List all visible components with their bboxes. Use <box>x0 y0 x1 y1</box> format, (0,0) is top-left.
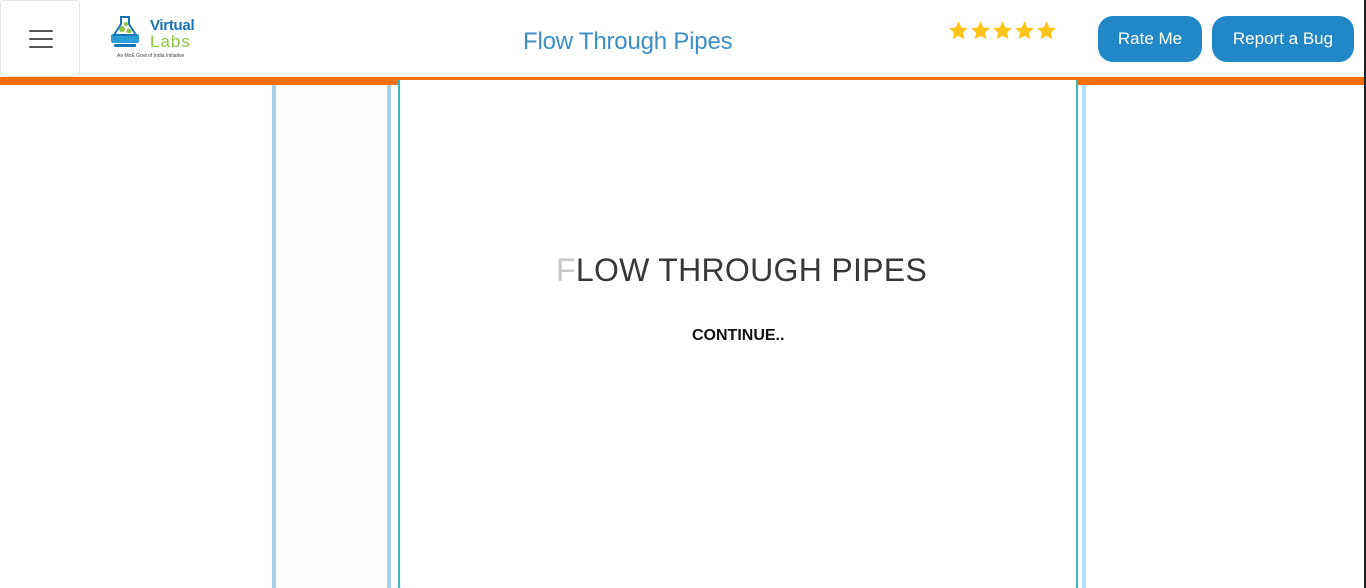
header: Virtual Labs An MoE Govt of India Initia… <box>0 0 1366 77</box>
logo-tagline: An MoE Govt of India Initiative <box>117 53 185 59</box>
rate-me-button[interactable]: Rate Me <box>1098 16 1202 62</box>
menu-button[interactable] <box>0 0 80 77</box>
menu-icon-bar <box>29 38 53 40</box>
star-icon[interactable] <box>992 20 1013 41</box>
star-icon[interactable] <box>1014 20 1035 41</box>
menu-icon-bar <box>29 46 53 48</box>
virtual-labs-logo[interactable]: Virtual Labs An MoE Govt of India Initia… <box>110 12 202 62</box>
simulation-heading: FLOW THROUGH PIPES <box>556 252 927 289</box>
continue-link[interactable]: CONTINUE.. <box>692 327 784 345</box>
heading-first-letter: F <box>556 252 576 288</box>
page-title: Flow Through Pipes <box>523 28 733 55</box>
star-icon[interactable] <box>970 20 991 41</box>
rating-stars[interactable] <box>948 20 1057 44</box>
panel-border-right <box>1082 85 1086 588</box>
virtual-labs-logo-icon <box>111 16 139 47</box>
logo-text-labs: Labs <box>150 32 191 51</box>
heading-rest: LOW THROUGH PIPES <box>575 252 928 288</box>
report-bug-button[interactable]: Report a Bug <box>1212 16 1354 62</box>
sidebar-column <box>276 85 388 588</box>
star-icon[interactable] <box>948 20 969 41</box>
menu-icon-bar <box>29 30 53 32</box>
star-icon[interactable] <box>1036 20 1057 41</box>
sidebar-border-right <box>387 85 391 588</box>
